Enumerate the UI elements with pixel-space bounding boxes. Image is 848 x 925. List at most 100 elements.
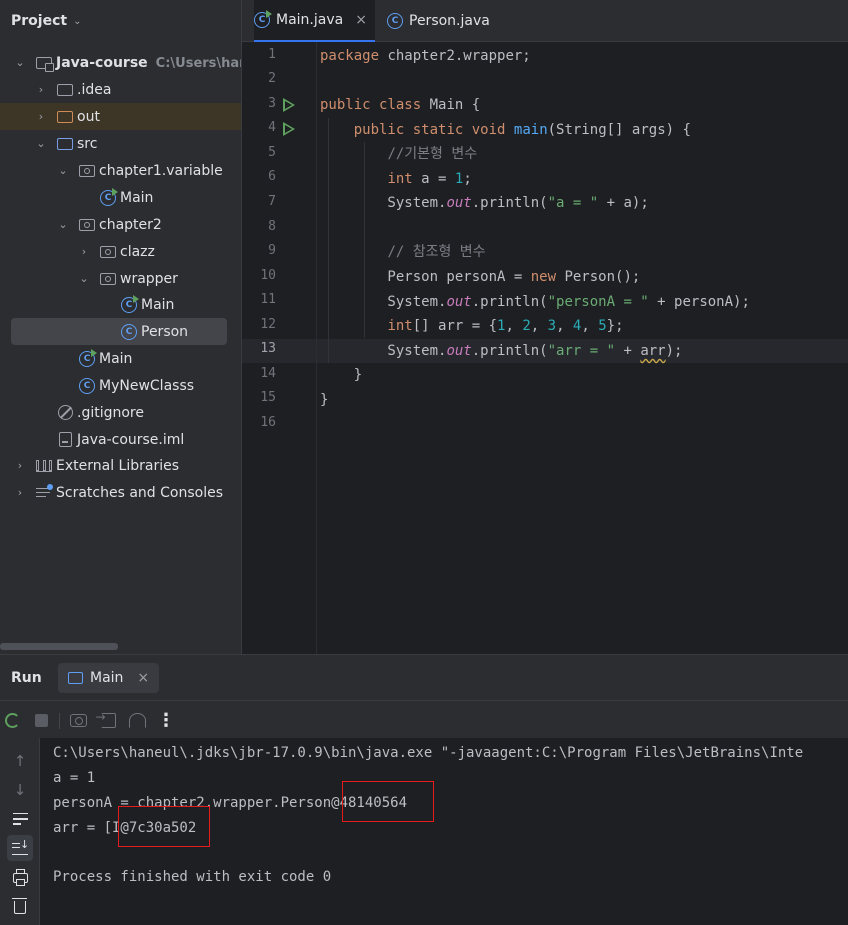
chevron-down-icon[interactable]: ⌄ [73,16,81,27]
tree-item-main[interactable]: C Main [0,184,241,211]
code-line[interactable]: Person personA = new Person(); [320,265,640,289]
run-tab-label: Main [90,670,124,686]
tree-item-label: chapter1.variable [99,162,223,179]
tree-item-path: C:\Users\haneul [155,55,241,71]
rerun-button[interactable] [3,711,21,729]
tab-main-java[interactable]: C Main.java × [254,0,375,42]
chevron-right-icon[interactable]: › [34,83,48,96]
gitignore-icon [56,405,74,421]
line-number: 4 [268,120,276,135]
close-icon[interactable]: × [137,670,149,686]
iml-file-icon [56,432,74,448]
folder-orange-icon [56,109,74,125]
package-icon [99,244,117,260]
chevron-down-icon[interactable]: ⌄ [56,164,70,177]
project-title: Project [11,13,68,29]
chevron-down-icon[interactable]: ⌄ [34,137,48,150]
code-line[interactable]: int[] arr = {1, 2, 3, 4, 5}; [320,314,623,338]
tree-item-idea[interactable]: › .idea [0,76,241,103]
scroll-down-button[interactable]: ↓ [7,777,33,803]
tree-item-label: src [77,135,98,152]
scroll-to-end-icon [12,838,29,855]
line-number: 12 [260,317,276,332]
code-line[interactable]: //기본형 변수 [320,142,477,166]
tree-item-chapter1-variable[interactable]: ⌄ chapter1.variable [0,157,241,184]
tree-item-label: wrapper [120,270,178,287]
tree-item-chapter2[interactable]: ⌄ chapter2 [0,211,241,238]
clear-console-button[interactable] [7,894,33,920]
tree-item-label: Main [120,189,154,206]
tree-item-wrapper[interactable]: ⌄ wrapper [0,265,241,292]
screenshot-button[interactable] [69,711,87,729]
tree-item-src-main[interactable]: C Main [0,345,241,372]
run-gutter-icon[interactable] [283,98,295,112]
tree-item-label: .idea [77,81,112,98]
console-output[interactable]: C:\Users\haneul\.jdks\jbr-17.0.9\bin\jav… [40,738,848,925]
run-gutter-icon[interactable] [283,122,295,136]
code-line[interactable]: package chapter2.wrapper; [320,44,531,68]
tree-item-gitignore[interactable]: .gitignore [0,399,241,426]
tree-item-java-course[interactable]: ⌄ Java-course C:\Users\haneul [0,49,241,76]
code-line[interactable]: // 참조형 변수 [320,240,485,264]
console-line: a = 1 [53,770,96,786]
tree-item-external-libraries[interactable]: › External Libraries [0,452,241,479]
print-button[interactable] [7,865,33,891]
scroll-up-button[interactable]: ↑ [7,748,33,774]
run-toolbar: ⋮ [0,702,848,738]
run-title: Run [11,669,42,686]
profiler-button[interactable] [128,711,146,729]
code-area[interactable]: package chapter2.wrapper; public class M… [320,42,848,654]
line-number: 5 [268,145,276,160]
package-icon [78,163,96,179]
scroll-to-end-button[interactable] [7,835,33,861]
tree-item-wrapper-main[interactable]: C Main [0,291,241,318]
package-icon [78,217,96,233]
more-button[interactable]: ⋮ [157,710,175,731]
tree-item-iml[interactable]: Java-course.iml [0,426,241,453]
code-line[interactable]: public class Main { [320,93,480,117]
code-line-current[interactable]: System.out.println("arr = " + arr); [320,339,682,363]
project-panel: Project ⌄ ⌄ Java-course C:\Users\haneul ›… [0,0,241,654]
tree-item-src[interactable]: ⌄ src [0,130,241,157]
class-icon: C [387,13,403,29]
code-editor[interactable]: C Main.java × C Person.java 1 2 3 4 5 6 … [241,0,848,654]
stop-button[interactable] [32,711,50,729]
close-icon[interactable]: × [355,12,367,28]
tree-item-label: Java-course.iml [77,431,185,448]
tab-person-java[interactable]: C Person.java [387,0,490,42]
attach-button[interactable] [96,710,117,729]
chevron-right-icon[interactable]: › [77,245,91,258]
code-line[interactable]: public static void main(String[] args) { [320,118,691,142]
tree-item-scratches[interactable]: › Scratches and Consoles [0,479,241,506]
chevron-right-icon[interactable]: › [13,459,27,472]
project-header[interactable]: Project ⌄ [0,0,241,42]
chevron-right-icon[interactable]: › [13,486,27,499]
line-number: 6 [268,169,276,184]
code-line[interactable]: System.out.println("personA = " + person… [320,290,749,314]
chevron-right-icon[interactable]: › [34,110,48,123]
chevron-down-icon[interactable]: ⌄ [77,272,91,285]
tab-label: Main.java [276,12,344,28]
class-icon: C [120,323,138,340]
chevron-down-icon[interactable]: ⌄ [13,56,27,69]
tree-item-clazz[interactable]: › clazz [0,238,241,265]
code-line[interactable]: } [320,388,328,412]
code-line[interactable]: } [320,363,362,387]
chevron-down-icon[interactable]: ⌄ [56,218,70,231]
code-line[interactable]: int a = 1; [320,167,471,191]
code-line[interactable]: System.out.println("a = " + a); [320,191,648,215]
line-number-gutter[interactable]: 1 2 3 4 5 6 7 8 9 10 11 12 13 14 15 16 [242,42,317,654]
stop-icon [34,713,48,727]
run-tab-main[interactable]: Main × [58,663,160,693]
tree-item-label: External Libraries [56,457,179,474]
tree-item-out[interactable]: › out [0,103,241,130]
tree-item-person[interactable]: C Person [11,318,227,345]
line-number: 1 [268,47,276,62]
highlight-box-array-hash [118,806,210,847]
horizontal-scrollbar[interactable] [0,643,118,650]
line-number: 14 [260,366,276,381]
soft-wrap-button[interactable] [7,806,33,832]
tree-item-label: MyNewClasss [99,377,195,394]
tree-item-label: out [77,108,100,125]
tree-item-mynewclasss[interactable]: C MyNewClasss [0,372,241,399]
